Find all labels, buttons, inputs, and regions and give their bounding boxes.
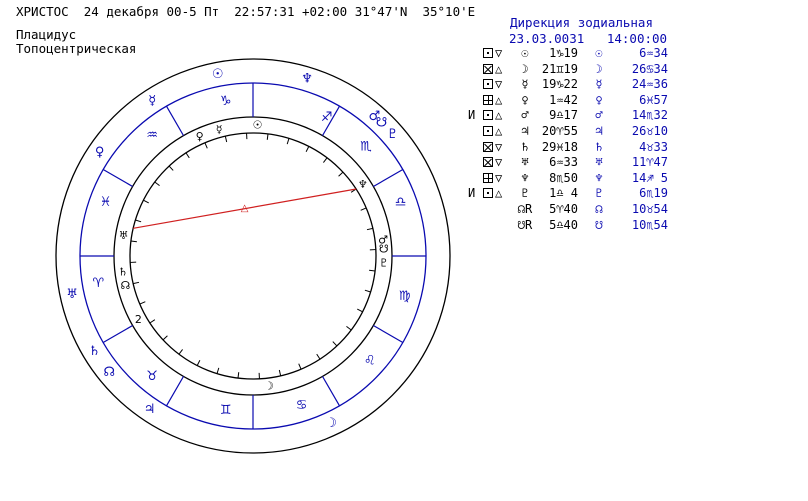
degree-tick (369, 269, 376, 272)
degree-tick (360, 207, 367, 211)
zodiac-sign-icon: ♏ (360, 139, 372, 154)
degree-tick (305, 146, 310, 152)
degree-tick (130, 240, 137, 243)
zodiac-sign-icon: ♑ (220, 94, 232, 109)
degree-tick (168, 165, 174, 171)
directed-planet-icon: ♆ (301, 72, 313, 87)
directed-planet-icon: ☋ (376, 115, 388, 130)
degree-tick (196, 360, 201, 366)
degree-tick (364, 289, 371, 293)
directed-planet-icon: ♅ (66, 287, 78, 302)
degree-tick (286, 138, 290, 145)
degree-tick (143, 199, 149, 204)
zodiac-sign-icon: ♊ (220, 403, 232, 418)
degree-tick (357, 308, 363, 313)
natal-planet-icon: ♀ (196, 130, 204, 143)
directed-planet-icon: ☽ (325, 416, 337, 431)
sign-divider (165, 376, 185, 407)
zodiac-inner-ring (113, 116, 393, 396)
degree-tick (298, 363, 302, 370)
directed-planet-icon: ♀ (95, 145, 105, 160)
degree-tick (224, 136, 228, 143)
zodiac-sign-icon: ♈ (93, 276, 105, 291)
degree-tick (149, 319, 156, 324)
directed-planet-icon: ☿ (148, 93, 156, 108)
directed-planet-icon: ♇ (387, 127, 399, 142)
zodiac-sign-icon: ♒ (146, 128, 158, 143)
natal-planet-icon: ♆ (358, 178, 368, 191)
zodiac-sign-icon: ♍ (399, 289, 411, 304)
sign-divider (165, 105, 185, 136)
sign-divider (373, 168, 404, 188)
degree-tick (162, 335, 168, 341)
directed-planet-icon: ♄ (89, 344, 101, 359)
degree-tick (266, 133, 269, 140)
degree-tick (139, 301, 146, 305)
degree-tick (332, 341, 338, 347)
sign-divider (102, 324, 133, 344)
degree-tick (133, 281, 140, 285)
degree-tick (204, 142, 208, 149)
degree-tick (178, 349, 183, 355)
degree-tick (278, 369, 282, 376)
degree-tick (323, 157, 328, 163)
natal-planet-icon: ♄ (118, 265, 128, 278)
degree-tick (216, 367, 220, 374)
degree-tick (338, 171, 344, 177)
directed-planet-icon: ☊ (103, 365, 115, 380)
natal-planet-icon: ☿ (216, 123, 223, 136)
degree-tick (346, 326, 352, 331)
natal-planet-icon: ☉ (253, 119, 263, 132)
natal-planet-icon: ☽ (264, 380, 274, 393)
zodiac-sign-icon: ♓ (100, 195, 112, 210)
sign-divider (373, 324, 404, 344)
zodiac-sign-icon: ♋ (296, 398, 308, 413)
zodiac-sign-icon: ♉ (146, 369, 158, 384)
degree-tick (316, 353, 321, 360)
natal-planet-icon: ♅ (119, 229, 129, 242)
aspect-trine-icon: △ (241, 203, 249, 214)
sign-divider (321, 376, 341, 407)
natal-planet-icon: 2 (135, 313, 142, 326)
directed-planet-icon: ♃ (144, 402, 156, 417)
degree-tick (366, 227, 373, 231)
natal-planet-icon: ♇ (379, 256, 389, 269)
directed-planet-icon: ☉ (212, 67, 224, 82)
zodiac-outer-ring (79, 82, 427, 430)
natal-wheel: ♑♐♏♎♍♌♋♊♉♈♓♒♆♂☋♇☉☿♀♅♄☊♃☽☉☿♀♅♄☊2☽♆♂☋♇△ (55, 58, 451, 454)
natal-planet-icon: ☊ (120, 279, 130, 292)
zodiac-sign-icon: ♐ (321, 110, 333, 125)
zodiac-sign-icon: ♎ (395, 195, 407, 210)
degree-tick (135, 219, 142, 223)
natal-planet-icon: ☋ (379, 243, 389, 256)
inner-ring (129, 132, 377, 380)
degree-tick (154, 181, 160, 186)
degree-tick (237, 372, 240, 379)
degree-tick (185, 152, 190, 159)
zodiac-sign-icon: ♌ (364, 354, 376, 369)
sign-divider (102, 168, 133, 188)
